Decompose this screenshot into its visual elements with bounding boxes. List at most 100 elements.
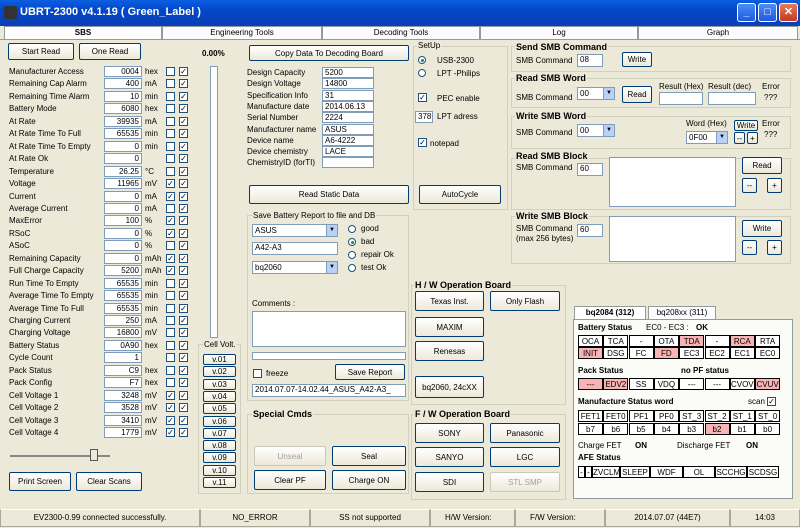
sbs-row-read-checkbox[interactable]: ✓ bbox=[179, 378, 188, 388]
write-word-cmd-select[interactable]: 00 ▼ bbox=[577, 124, 615, 137]
tab-decoding-tools[interactable]: Decoding Tools bbox=[322, 26, 480, 39]
sbs-row-graph-checkbox[interactable]: ✓ bbox=[166, 191, 175, 201]
cell-volt-button[interactable]: v.09 bbox=[203, 452, 236, 464]
cell-volt-button[interactable]: v.05 bbox=[203, 403, 236, 415]
sbs-row-read-checkbox[interactable]: ✓ bbox=[179, 316, 188, 325]
close-button[interactable]: ✕ bbox=[779, 3, 798, 22]
autocycle-button[interactable]: AutoCycle bbox=[419, 185, 501, 204]
sbs-row-graph-checkbox[interactable] bbox=[166, 203, 175, 213]
panasonic-button[interactable]: Panasonic bbox=[490, 423, 560, 443]
word-decrement-button[interactable]: -- bbox=[734, 132, 745, 144]
bq2060-24cxx-button[interactable]: bq2060, 24cXX bbox=[415, 376, 484, 398]
sbs-row-graph-checkbox[interactable] bbox=[166, 116, 175, 126]
cell-volt-button[interactable]: v.02 bbox=[203, 366, 236, 378]
sbs-row-graph-checkbox[interactable] bbox=[166, 67, 175, 76]
send-smb-write-button[interactable]: Write bbox=[622, 52, 652, 67]
sbs-row-read-checkbox[interactable]: ✓ bbox=[179, 390, 188, 400]
sbs-row-graph-checkbox[interactable]: ✓ bbox=[166, 179, 175, 189]
sbs-row-read-checkbox[interactable]: ✓ bbox=[179, 403, 188, 413]
lgc-button[interactable]: LGC bbox=[490, 447, 560, 467]
report-filename-input[interactable]: 2014.07.07-14.02.44_ASUS_A42-A3_ bbox=[252, 384, 406, 397]
read-smb-word-button[interactable]: Read bbox=[622, 86, 652, 103]
sbs-row-graph-checkbox[interactable]: ✓ bbox=[166, 228, 175, 238]
sbs-row-graph-checkbox[interactable] bbox=[166, 291, 175, 301]
chip-select[interactable]: bq2060 ▼ bbox=[252, 261, 338, 274]
print-screen-button[interactable]: Print Screen bbox=[9, 472, 71, 491]
sbs-row-graph-checkbox[interactable] bbox=[166, 104, 175, 114]
write-block-decrement-button[interactable]: -- bbox=[742, 240, 757, 255]
sbs-row-read-checkbox[interactable]: ✓ bbox=[179, 253, 188, 263]
seal-button[interactable]: Seal bbox=[332, 446, 406, 466]
sbs-row-read-checkbox[interactable]: ✓ bbox=[179, 191, 188, 201]
pec-enable-checkbox[interactable]: ✓ bbox=[418, 93, 427, 102]
write-block-increment-button[interactable]: + bbox=[767, 240, 782, 255]
write-block-data-area[interactable] bbox=[609, 216, 736, 262]
sbs-row-graph-checkbox[interactable] bbox=[166, 166, 175, 176]
tab-bq2084[interactable]: bq2084 (312) bbox=[574, 306, 646, 319]
clear-pf-button[interactable]: Clear PF bbox=[254, 470, 326, 490]
read-block-increment-button[interactable]: + bbox=[767, 178, 782, 193]
stl-smp-button[interactable]: STL SMP bbox=[490, 472, 560, 492]
cell-volt-button[interactable]: v.03 bbox=[203, 378, 236, 390]
sbs-row-read-checkbox[interactable]: ✓ bbox=[179, 91, 188, 101]
sbs-row-graph-checkbox[interactable] bbox=[166, 91, 175, 101]
renesas-button[interactable]: Renesas bbox=[415, 341, 484, 361]
sbs-row-graph-checkbox[interactable] bbox=[166, 154, 175, 164]
read-block-cmd-input[interactable]: 60 bbox=[577, 163, 603, 176]
read-word-cmd-select[interactable]: 00 ▼ bbox=[577, 87, 615, 100]
sbs-row-read-checkbox[interactable]: ✓ bbox=[179, 328, 188, 338]
cell-volt-button[interactable]: v.08 bbox=[203, 440, 236, 452]
sbs-row-read-checkbox[interactable]: ✓ bbox=[179, 203, 188, 213]
sbs-row-graph-checkbox[interactable]: ✓ bbox=[166, 216, 175, 226]
save-report-button[interactable]: Save Report bbox=[335, 364, 405, 380]
sbs-row-graph-checkbox[interactable] bbox=[166, 141, 175, 151]
cell-volt-button[interactable]: v.07 bbox=[203, 427, 236, 439]
sbs-row-read-checkbox[interactable]: ✓ bbox=[179, 154, 188, 164]
tab-engineering-tools[interactable]: Engineering Tools bbox=[162, 26, 322, 39]
write-smb-word-button[interactable]: Write bbox=[734, 120, 758, 131]
word-increment-button[interactable]: + bbox=[747, 132, 758, 144]
sbs-row-graph-checkbox[interactable] bbox=[166, 241, 175, 251]
cell-volt-button[interactable]: v.11 bbox=[203, 477, 236, 488]
sbs-row-read-checkbox[interactable]: ✓ bbox=[179, 291, 188, 301]
sbs-row-read-checkbox[interactable]: ✓ bbox=[179, 340, 188, 350]
charge-on-button[interactable]: Charge ON bbox=[332, 470, 406, 490]
sbs-row-read-checkbox[interactable]: ✓ bbox=[179, 141, 188, 151]
texas-inst-button[interactable]: Texas Inst. bbox=[415, 291, 484, 311]
sbs-row-graph-checkbox[interactable] bbox=[166, 365, 175, 375]
sbs-row-read-checkbox[interactable]: ✓ bbox=[179, 278, 188, 288]
freeze-checkbox[interactable] bbox=[253, 369, 262, 378]
maker-select[interactable]: ASUS ▼ bbox=[252, 224, 338, 237]
radio-repair-ok[interactable] bbox=[348, 251, 356, 259]
read-static-data-button[interactable]: Read Static Data bbox=[249, 185, 409, 204]
cell-volt-button[interactable]: v.06 bbox=[203, 415, 236, 427]
read-smb-block-button[interactable]: Read bbox=[742, 157, 782, 174]
sbs-row-graph-checkbox[interactable]: ✓ bbox=[166, 403, 175, 413]
tab-bq208xx[interactable]: bq208xx (311) bbox=[648, 306, 716, 319]
sbs-row-read-checkbox[interactable]: ✓ bbox=[179, 353, 188, 363]
sbs-row-graph-checkbox[interactable]: ✓ bbox=[166, 415, 175, 425]
sbs-row-read-checkbox[interactable]: ✓ bbox=[179, 67, 188, 76]
sbs-row-graph-checkbox[interactable] bbox=[166, 328, 175, 338]
maximize-button[interactable]: □ bbox=[758, 3, 777, 22]
read-block-data-area[interactable] bbox=[609, 157, 736, 207]
cell-volt-button[interactable]: v.10 bbox=[203, 464, 236, 476]
sbs-row-read-checkbox[interactable]: ✓ bbox=[179, 241, 188, 251]
start-read-button[interactable]: Start Read bbox=[8, 43, 74, 60]
sbs-row-read-checkbox[interactable]: ✓ bbox=[179, 428, 188, 438]
sbs-row-graph-checkbox[interactable] bbox=[166, 353, 175, 363]
tab-sbs[interactable]: SBS bbox=[4, 26, 162, 39]
write-block-cmd-input[interactable]: 60 bbox=[577, 224, 603, 237]
model-input[interactable]: A42-A3 bbox=[252, 242, 338, 255]
sbs-row-read-checkbox[interactable]: ✓ bbox=[179, 179, 188, 189]
cell-volt-button[interactable]: v.01 bbox=[203, 354, 236, 365]
tab-graph[interactable]: Graph bbox=[638, 26, 798, 39]
sbs-row-graph-checkbox[interactable] bbox=[166, 79, 175, 89]
sbs-row-graph-checkbox[interactable] bbox=[166, 129, 175, 139]
write-smb-block-button[interactable]: Write bbox=[742, 220, 782, 237]
only-flash-button[interactable]: Only Flash bbox=[490, 291, 560, 311]
sbs-row-graph-checkbox[interactable]: ✓ bbox=[166, 428, 175, 438]
scan-checkbox[interactable]: ✓ bbox=[767, 397, 776, 406]
one-read-button[interactable]: One Read bbox=[79, 43, 141, 60]
radio-lpt-philips[interactable] bbox=[418, 69, 426, 77]
